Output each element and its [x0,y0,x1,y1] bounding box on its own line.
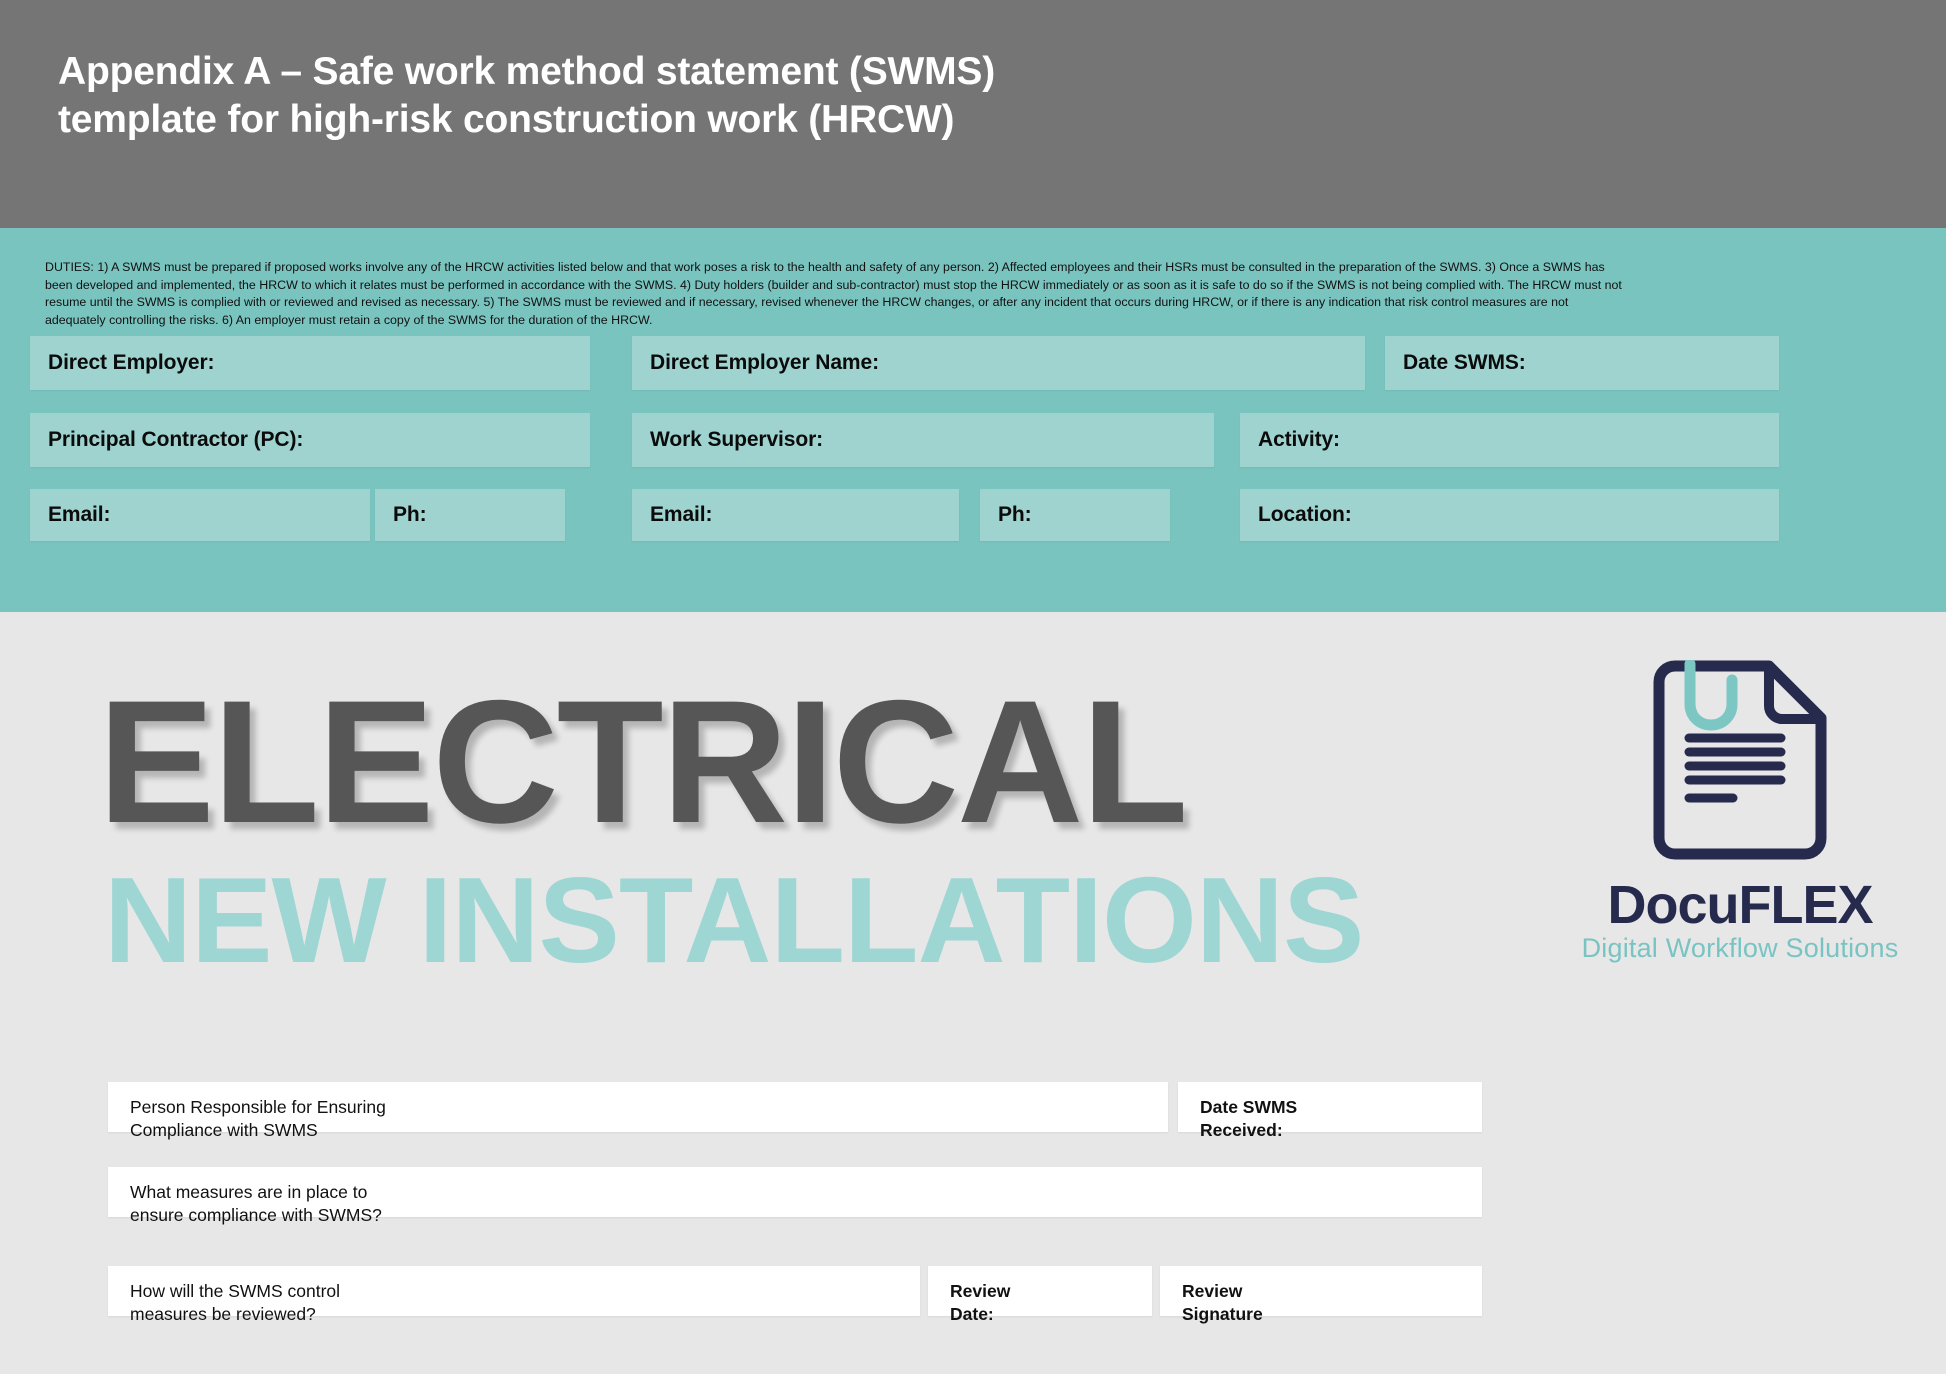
field-label-phone-supervisor: Ph: [998,503,1032,526]
field-label-location: Location: [1258,503,1352,526]
watermark-subtitle: NEW INSTALLATIONS [104,852,1364,988]
field-measures-in-place[interactable]: What measures are in place to ensure com… [108,1167,1482,1225]
field-phone-supervisor[interactable]: Ph: [980,489,1170,541]
page-title: Appendix A – Safe work method statement … [58,50,996,141]
logo-tagline: Digital Workflow Solutions [1581,933,1899,963]
field-label-email-supervisor: Email: [650,503,713,526]
field-label-phone-employer: Ph: [393,503,427,526]
field-label-work-supervisor: Work Supervisor: [650,428,824,451]
duties-paragraph: DUTIES: 1) A SWMS must be prepared if pr… [45,260,1622,328]
field-review-date[interactable]: Review Date: [928,1266,1152,1324]
field-direct-employer-name[interactable]: Direct Employer Name: [632,336,1365,390]
field-email-supervisor[interactable]: Email: [632,489,959,541]
field-label-review-method: How will the SWMS control measures be re… [130,1281,341,1324]
swms-template-page: Appendix A – Safe work method statement … [0,0,1946,1374]
field-person-responsible[interactable]: Person Responsible for Ensuring Complian… [108,1082,1168,1140]
field-label-direct-employer: Direct Employer: [48,351,215,374]
field-direct-employer[interactable]: Direct Employer: [30,336,590,390]
docuflex-logo: DocuFLEX Digital Workflow Solutions [1555,658,1925,962]
details-band: DUTIES: 1) A SWMS must be prepared if pr… [0,228,1946,612]
field-email-employer[interactable]: Email: [30,489,370,541]
field-label-activity: Activity: [1258,428,1340,451]
field-label-person-responsible: Person Responsible for Ensuring Complian… [130,1097,386,1140]
field-review-method[interactable]: How will the SWMS control measures be re… [108,1266,920,1324]
document-icon [1645,658,1835,870]
field-label-review-date: Review Date: [950,1281,1011,1324]
field-label-direct-employer-name: Direct Employer Name: [650,351,879,374]
field-date-swms[interactable]: Date SWMS: [1385,336,1779,390]
field-work-supervisor[interactable]: Work Supervisor: [632,413,1214,467]
field-label-principal-contractor: Principal Contractor (PC): [48,428,304,451]
field-location[interactable]: Location: [1240,489,1779,541]
field-activity[interactable]: Activity: [1240,413,1779,467]
field-review-signature[interactable]: Review Signature [1160,1266,1482,1324]
field-phone-employer[interactable]: Ph: [375,489,565,541]
field-date-swms-received[interactable]: Date SWMS Received: [1178,1082,1482,1140]
watermark-title: ELECTRICAL [98,665,1188,860]
field-label-date-swms: Date SWMS: [1403,351,1526,374]
page-header: Appendix A – Safe work method statement … [0,0,1946,228]
logo-wordmark: DocuFLEX [1607,875,1873,935]
field-principal-contractor[interactable]: Principal Contractor (PC): [30,413,590,467]
field-label-review-signature: Review Signature [1182,1281,1263,1324]
field-label-date-swms-received: Date SWMS Received: [1200,1097,1298,1140]
field-label-email-employer: Email: [48,503,111,526]
field-label-measures-in-place: What measures are in place to ensure com… [130,1182,382,1225]
